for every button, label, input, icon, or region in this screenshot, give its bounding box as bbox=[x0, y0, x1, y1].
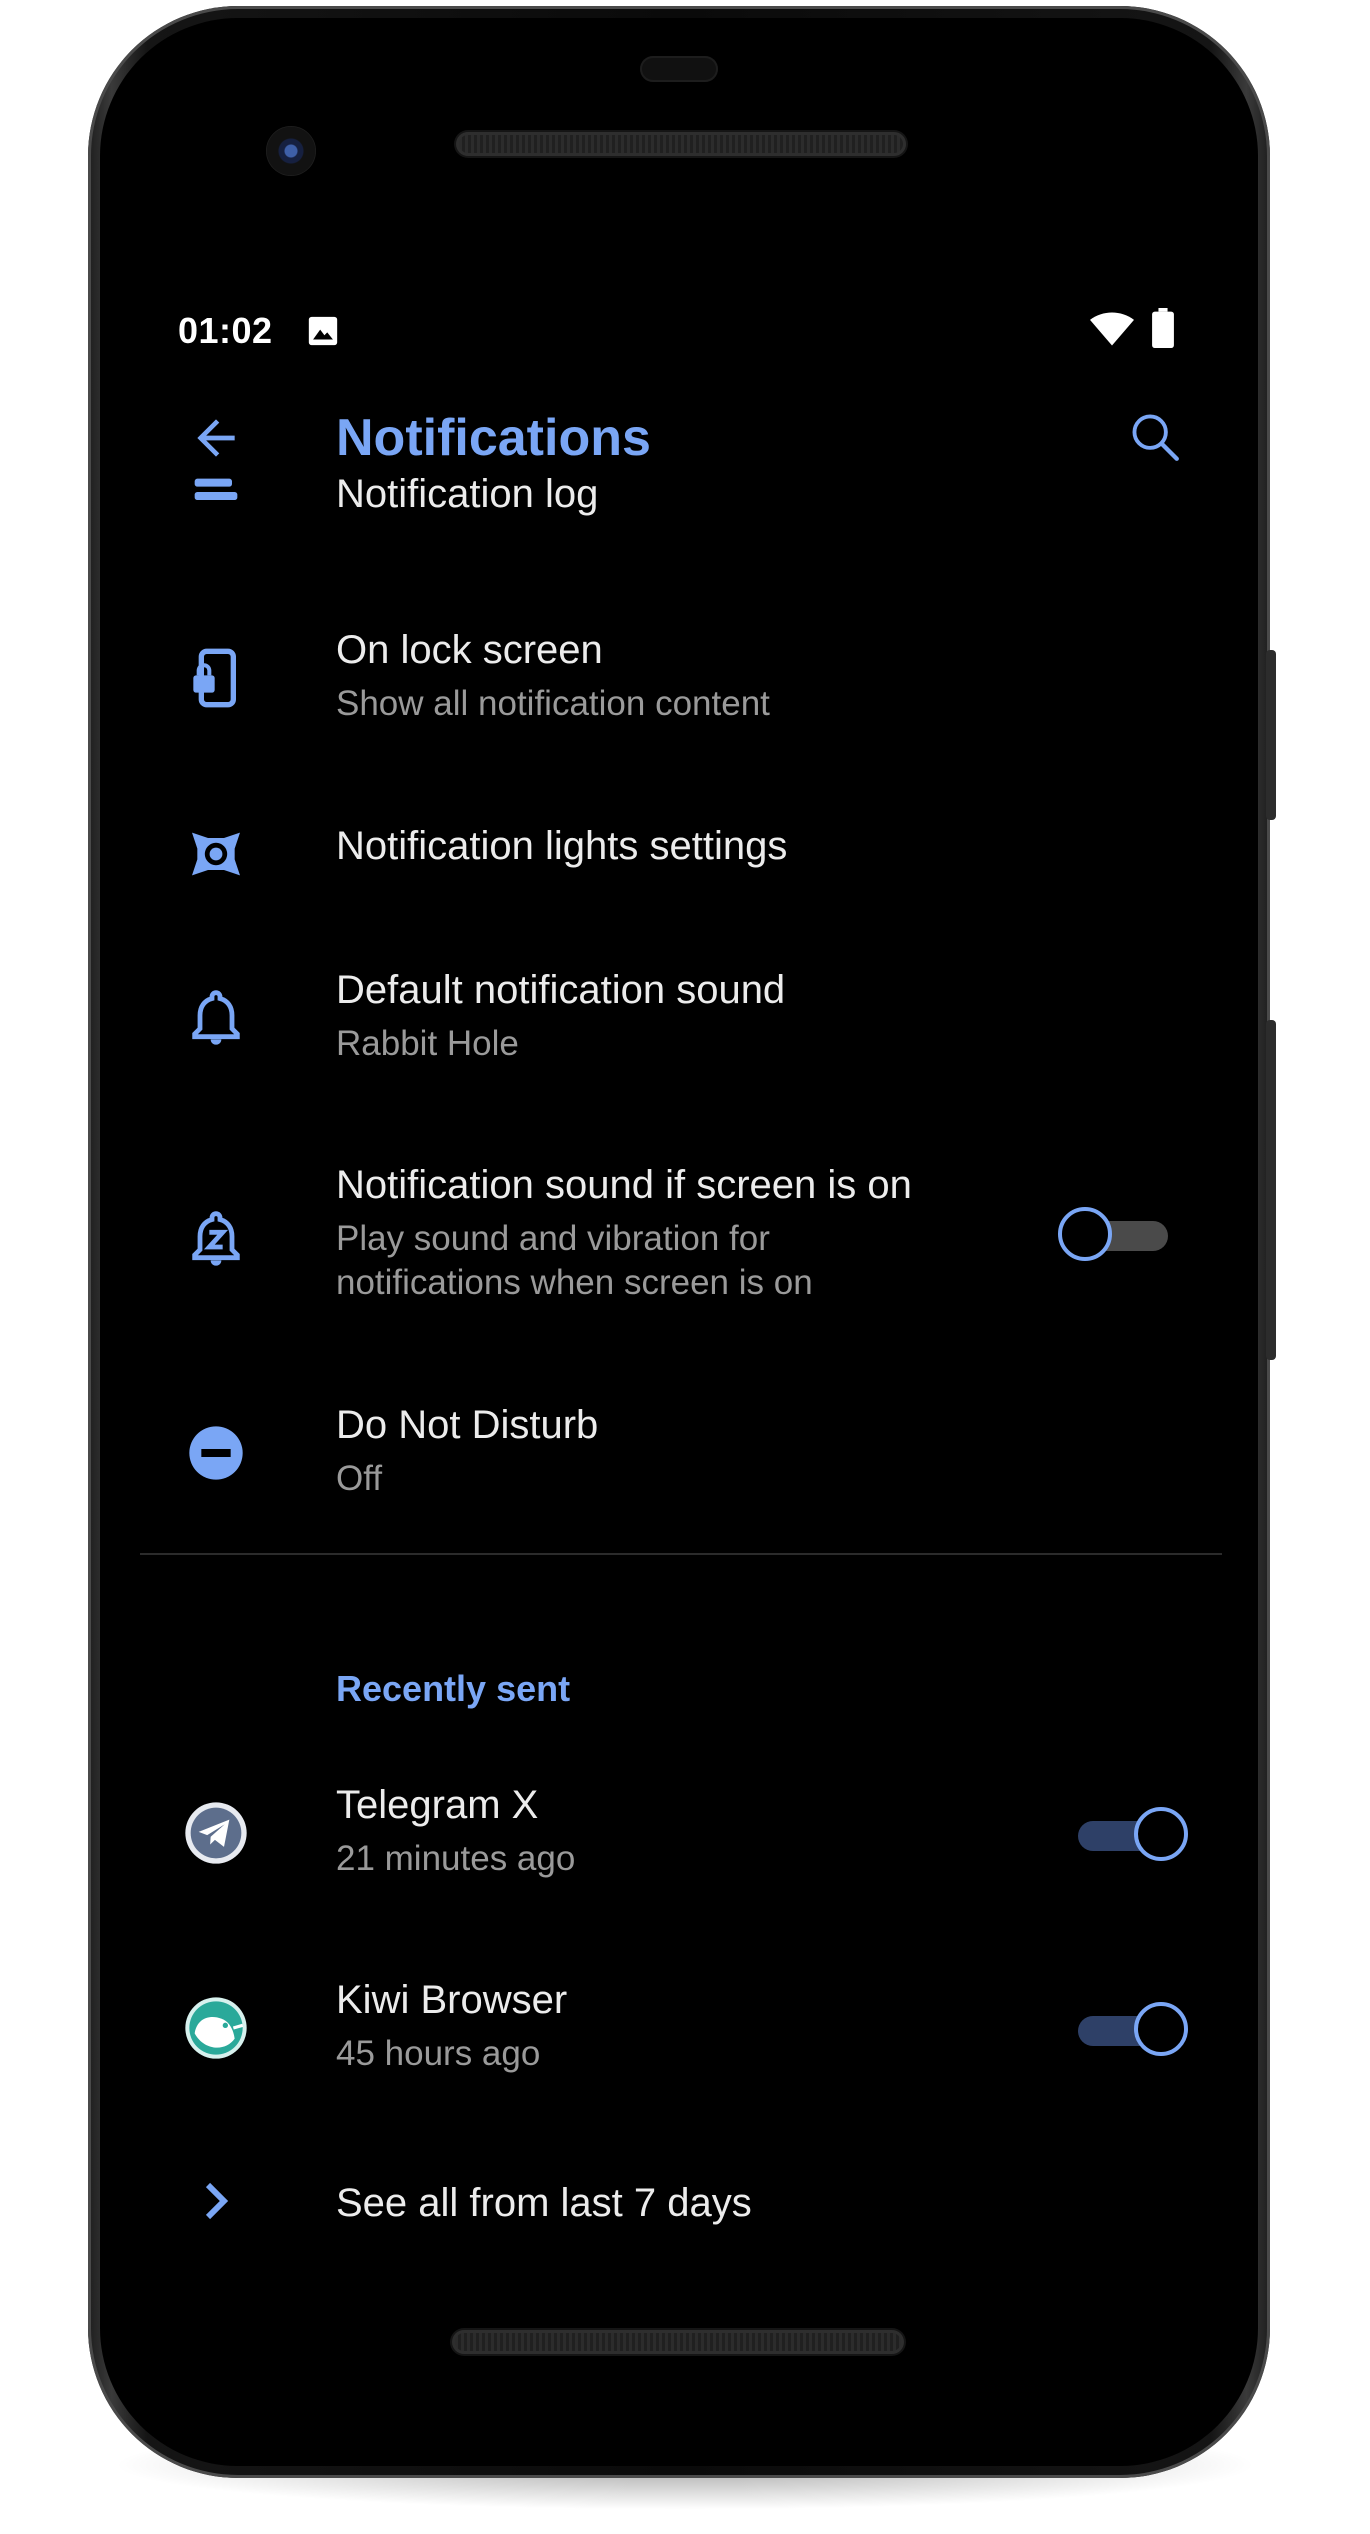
sound-screen-on-toggle[interactable] bbox=[1058, 1205, 1178, 1265]
kiwi-app-icon bbox=[185, 1997, 247, 2059]
app-row-telegram[interactable]: Telegram X 21 minutes ago bbox=[0, 1775, 1370, 1895]
section-header-recently-sent: Recently sent bbox=[336, 1668, 571, 1709]
proximity-sensor bbox=[640, 56, 718, 82]
battery-icon bbox=[1152, 308, 1174, 348]
app-time: 45 hours ago bbox=[336, 2034, 541, 2073]
telegram-toggle[interactable] bbox=[1068, 1805, 1188, 1865]
setting-subtitle: Rabbit Hole bbox=[336, 1024, 519, 1063]
setting-sound-screen-on[interactable]: Notification sound if screen is on Play … bbox=[0, 1155, 1370, 1325]
setting-title: Default notification sound bbox=[336, 968, 786, 1012]
setting-notification-log[interactable]: Notification log bbox=[0, 478, 1370, 538]
status-bar: 01:02 bbox=[178, 300, 1178, 360]
notification-light-icon bbox=[192, 832, 240, 876]
setting-title: On lock screen bbox=[336, 628, 603, 672]
app-time: 21 minutes ago bbox=[336, 1839, 576, 1878]
top-speaker bbox=[456, 132, 906, 156]
bell-icon bbox=[192, 990, 240, 1045]
app-name: Telegram X bbox=[336, 1783, 539, 1827]
lock-screen-icon bbox=[193, 648, 236, 708]
toggle-thumb bbox=[1134, 1807, 1188, 1861]
page-title: Notifications bbox=[336, 409, 651, 467]
app-name: Kiwi Browser bbox=[336, 1978, 568, 2022]
setting-notification-lights[interactable]: Notification lights settings bbox=[0, 810, 1370, 890]
setting-title: Notification lights settings bbox=[336, 824, 788, 868]
setting-do-not-disturb[interactable]: Do Not Disturb Off bbox=[0, 1395, 1370, 1515]
status-time: 01:02 bbox=[178, 310, 273, 351]
notification-log-icon bbox=[194, 478, 238, 500]
back-arrow-icon[interactable] bbox=[188, 410, 244, 466]
app-row-kiwi[interactable]: Kiwi Browser 45 hours ago bbox=[0, 1970, 1370, 2090]
setting-subtitle: Off bbox=[336, 1459, 383, 1498]
setting-subtitle: Show all notification content bbox=[336, 684, 770, 723]
setting-title: Notification sound if screen is on bbox=[336, 1163, 912, 1207]
image-notification-icon bbox=[308, 316, 338, 346]
setting-default-sound[interactable]: Default notification sound Rabbit Hole bbox=[0, 960, 1370, 1080]
section-divider bbox=[140, 1553, 1222, 1555]
setting-lock-screen[interactable]: On lock screen Show all notification con… bbox=[0, 620, 1370, 740]
setting-subtitle-line1: Play sound and vibration for bbox=[336, 1219, 770, 1258]
kiwi-toggle[interactable] bbox=[1068, 2000, 1188, 2060]
see-all-row[interactable]: See all from last 7 days bbox=[0, 2165, 1370, 2235]
app-bar: Notifications bbox=[0, 390, 1370, 490]
setting-subtitle-line2: notifications when screen is on bbox=[336, 1263, 813, 1302]
toggle-thumb bbox=[1058, 1207, 1112, 1261]
bottom-speaker bbox=[452, 2330, 904, 2354]
setting-title: Do Not Disturb bbox=[336, 1403, 599, 1447]
toggle-thumb bbox=[1134, 2002, 1188, 2056]
front-camera bbox=[266, 126, 316, 176]
chevron-right-icon bbox=[205, 2182, 229, 2220]
telegram-app-icon bbox=[185, 1802, 247, 1864]
wifi-icon bbox=[1090, 312, 1134, 346]
setting-title: Notification log bbox=[336, 478, 599, 516]
do-not-disturb-icon bbox=[189, 1426, 243, 1480]
search-icon[interactable] bbox=[1126, 408, 1184, 466]
bell-snooze-icon bbox=[192, 1211, 240, 1266]
see-all-label: See all from last 7 days bbox=[336, 2181, 752, 2225]
